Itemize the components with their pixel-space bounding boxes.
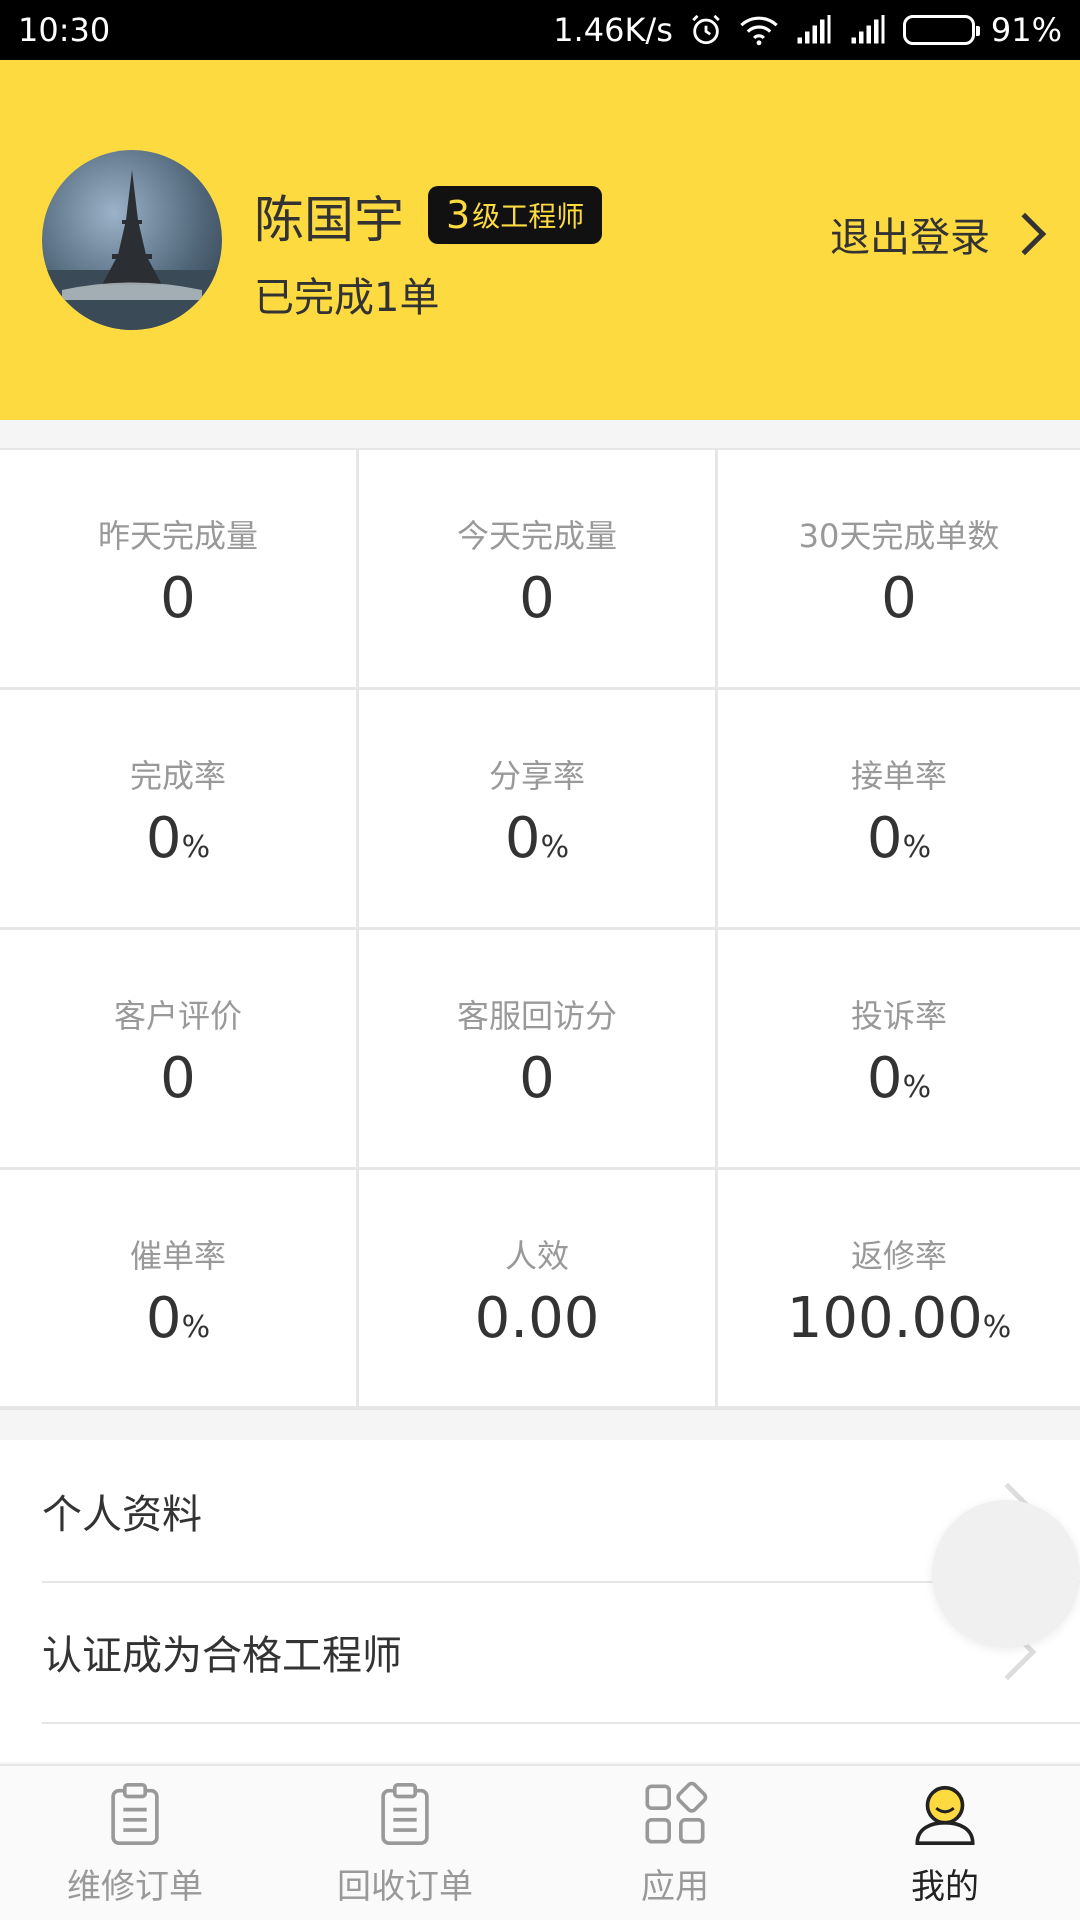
level-number: 3: [446, 193, 471, 237]
stat-cell: 30天完成单数 0: [718, 450, 1080, 690]
stat-value: 0: [519, 565, 555, 631]
clipboard-icon: [381, 1782, 429, 1845]
stat-value: 0: [519, 1045, 555, 1111]
stat-label: 投诉率: [850, 996, 947, 1035]
level-title: 级工程师: [472, 200, 585, 233]
tab-recycle-orders[interactable]: 回收订单: [270, 1766, 540, 1920]
stat-cell: 投诉率 0%: [718, 930, 1080, 1170]
apps-grid-icon: [645, 1781, 708, 1844]
chevron-right-icon: [1003, 212, 1047, 256]
stat-label: 完成率: [129, 756, 226, 795]
stat-unit: %: [982, 1309, 1012, 1345]
wifi-icon: [739, 14, 779, 46]
stat-value: 0: [881, 565, 917, 631]
stat-label: 今天完成量: [456, 516, 617, 555]
stat-value: 0.00: [474, 1285, 600, 1351]
stat-label: 催单率: [129, 1236, 226, 1275]
stat-cell: 返修率 100.00%: [718, 1170, 1080, 1410]
menu-list: 个人资料 认证成为合格工程师: [0, 1440, 1080, 1762]
stat-unit: %: [181, 1309, 211, 1345]
stat-label: 返修率: [850, 1236, 947, 1275]
signal-icon: [849, 15, 887, 45]
menu-item-label: 认证成为合格工程师: [42, 1632, 402, 1679]
avatar[interactable]: [42, 150, 222, 330]
logout-label: 退出登录: [830, 215, 990, 261]
user-icon: [915, 1785, 975, 1845]
status-bar: 10:30 1.46K/s 91%: [0, 0, 1080, 60]
stat-label: 人效: [504, 1236, 569, 1275]
network-speed: 1.46K/s: [553, 11, 673, 49]
stats-grid: 昨天完成量 0 今天完成量 0 30天完成单数 0 完成率 0% 分享率 0% …: [0, 448, 1080, 1410]
logout-button[interactable]: 退出登录: [830, 205, 1047, 263]
stat-cell: 接单率 0%: [718, 690, 1080, 930]
user-name: 陈国宇: [254, 191, 404, 249]
stat-label: 客户评价: [113, 996, 242, 1035]
stat-cell: 人效 0.00: [359, 1170, 718, 1410]
bottom-nav: 维修订单 回收订单 应用 我的: [0, 1764, 1080, 1920]
stat-cell: 昨天完成量 0: [0, 450, 359, 690]
status-right: 1.46K/s 91%: [553, 11, 1062, 49]
tab-mine[interactable]: 我的: [810, 1766, 1080, 1920]
divider: [42, 1722, 1080, 1724]
completed-orders: 已完成1单: [254, 275, 440, 321]
clipboard-icon: [111, 1782, 159, 1845]
stat-value: 0: [160, 565, 196, 631]
stat-label: 30天完成单数: [798, 516, 1000, 555]
tab-label: 应用: [641, 1866, 709, 1907]
stat-unit: %: [902, 829, 932, 865]
tab-repair-orders[interactable]: 维修订单: [0, 1766, 270, 1920]
stat-unit: %: [181, 829, 211, 865]
stat-unit: %: [902, 1069, 932, 1105]
menu-item-certification[interactable]: 认证成为合格工程师: [0, 1581, 1080, 1722]
stat-label: 客服回访分: [456, 996, 617, 1035]
battery-icon: [902, 15, 980, 45]
stat-unit: %: [540, 829, 570, 865]
stat-value: 0: [160, 1045, 196, 1111]
stat-cell: 催单率 0%: [0, 1170, 359, 1410]
menu-item-label: 个人资料: [42, 1491, 202, 1538]
eiffel-tower-image: [42, 170, 222, 330]
tab-label: 回收订单: [337, 1866, 473, 1907]
level-badge: 3 级工程师: [428, 186, 603, 244]
stat-label: 接单率: [850, 756, 947, 795]
stat-cell: 客服回访分 0: [359, 930, 718, 1170]
status-time: 10:30: [18, 11, 111, 49]
stat-cell: 完成率 0%: [0, 690, 359, 930]
stat-cell: 分享率 0%: [359, 690, 718, 930]
tab-label: 我的: [911, 1866, 979, 1907]
stat-value: 0: [145, 1285, 182, 1351]
floating-assist-button[interactable]: [932, 1500, 1080, 1648]
stat-value: 0: [866, 1045, 903, 1111]
stat-label: 昨天完成量: [97, 516, 258, 555]
stat-label: 分享率: [488, 756, 585, 795]
stat-value: 0: [866, 805, 903, 871]
tab-label: 维修订单: [67, 1866, 203, 1907]
stat-value: 0: [504, 805, 541, 871]
profile-header: 陈国宇 3 级工程师 已完成1单 退出登录: [0, 60, 1080, 420]
tab-apps[interactable]: 应用: [540, 1766, 810, 1920]
signal-icon: [795, 15, 833, 45]
stat-cell: 今天完成量 0: [359, 450, 718, 690]
stat-cell: 客户评价 0: [0, 930, 359, 1170]
stat-value: 100.00: [786, 1285, 983, 1351]
stat-value: 0: [145, 805, 182, 871]
battery-percent: 91%: [990, 11, 1062, 49]
alarm-icon: [689, 13, 723, 47]
menu-item-profile[interactable]: 个人资料: [0, 1440, 1080, 1581]
